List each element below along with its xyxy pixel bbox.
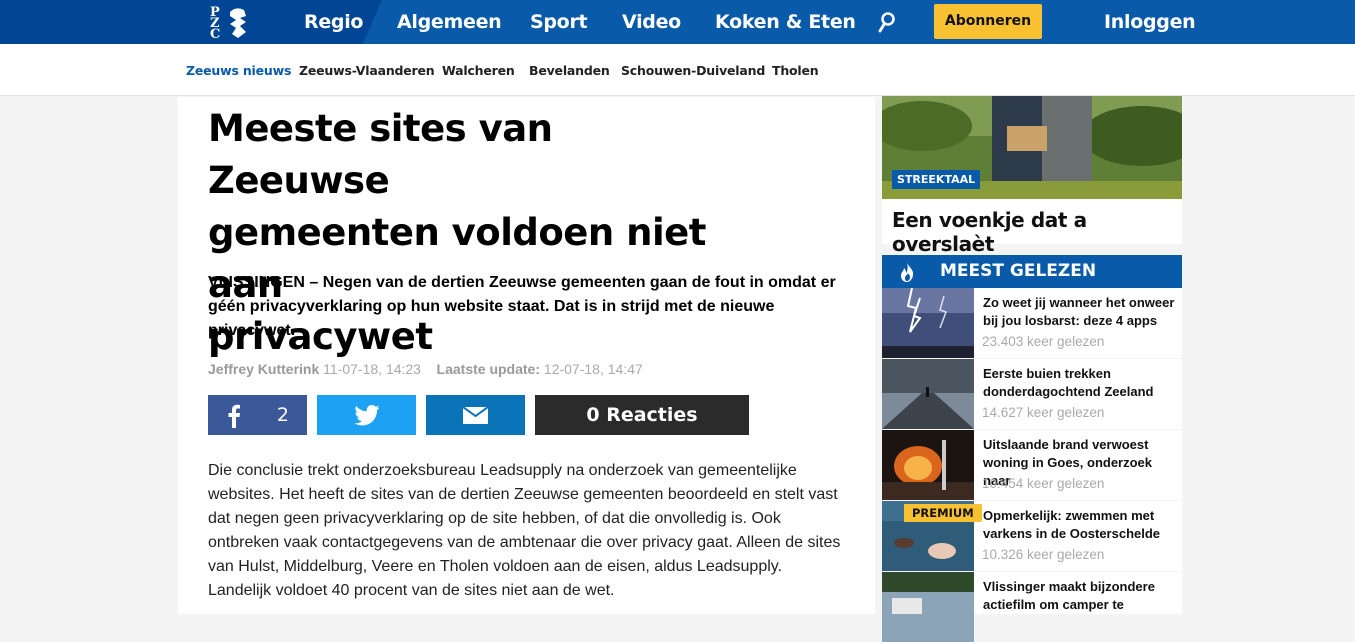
subnav-zeeuws-nieuws[interactable]: Zeeuws nieuws — [186, 63, 291, 78]
fire-thumbnail — [882, 430, 974, 500]
most-read-title: MEEST GELEZEN — [940, 261, 1097, 281]
nav-sport[interactable]: Sport — [530, 0, 588, 44]
facebook-icon — [228, 404, 240, 428]
nav-regio[interactable]: Regio — [304, 0, 363, 44]
featured-title[interactable]: Een voenkje dat a overslaèt — [892, 208, 1182, 256]
storm-road-thumbnail — [882, 359, 974, 429]
camper-thumbnail — [882, 572, 974, 642]
subnav-walcheren[interactable]: Walcheren — [442, 63, 515, 78]
subnav-zeeuws-vlaanderen[interactable]: Zeeuws-Vlaanderen — [299, 63, 435, 78]
most-read-item[interactable]: Zo weet jij wanneer het onweer bij jou l… — [882, 288, 1182, 358]
most-read-item[interactable]: Vlissinger maakt bijzondere actiefilm om… — [882, 572, 1182, 642]
featured-sidebar-card[interactable]: STREEKTAAL Een voenkje dat a overslaèt — [882, 96, 1182, 256]
most-read-title-text: Vlissinger maakt bijzondere actiefilm om… — [983, 578, 1179, 614]
body-line: websites. Het heeft de sites van de dert… — [208, 486, 838, 503]
search-icon[interactable] — [878, 12, 896, 34]
publish-date: 11-07-18, 14:23 — [323, 361, 421, 377]
most-read-title-text: Opmerkelijk: zwemmen met varkens in de O… — [983, 507, 1179, 543]
lion-crest-icon — [230, 8, 246, 38]
envelope-icon — [463, 407, 488, 424]
title-line: donderdagochtend Zeeland — [983, 384, 1154, 399]
nav-koken-eten[interactable]: Koken & Eten — [715, 0, 856, 44]
lightning-thumbnail — [882, 288, 974, 358]
subnav-bevelanden[interactable]: Bevelanden — [529, 63, 610, 78]
title-line: Opmerkelijk: zwemmen met — [983, 508, 1155, 523]
subnav-tholen[interactable]: Tholen — [772, 63, 819, 78]
nav-video[interactable]: Video — [622, 0, 681, 44]
article-byline: Jeffrey Kutterink 11-07-18, 14:23 Laatst… — [208, 361, 643, 377]
body-line: ontbreken vaak contactgegevens van de am… — [208, 534, 841, 551]
title-line: actiefilm om camper te — [983, 597, 1124, 612]
title-line: Zo weet jij wanneer het onweer — [983, 295, 1175, 310]
facebook-share-button[interactable]: 2 — [208, 395, 307, 435]
most-read-item[interactable]: Uitslaande brand verwoest woning in Goes… — [882, 430, 1182, 500]
article-body: Die conclusie trekt onderzoeksbureau Lea… — [208, 459, 848, 603]
premium-badge: PREMIUM — [904, 504, 982, 522]
update-label: Laatste update: — [436, 361, 541, 377]
flame-icon — [901, 262, 914, 282]
intro-line: VLISSINGEN – Negen van de dertien Zeeuws… — [208, 274, 836, 291]
top-navigation-bar: P Z C Regio Algemeen Sport Video Koken &… — [0, 0, 1355, 44]
read-count: 23.403 keer gelezen — [982, 334, 1105, 349]
login-link[interactable]: Inloggen — [1104, 0, 1196, 44]
update-date: 12-07-18, 14:47 — [543, 361, 643, 377]
region-subnavigation: Zeeuws nieuws Zeeuws-Vlaanderen Walchere… — [0, 44, 1355, 96]
intro-line: privacywet. — [208, 322, 296, 339]
title-line: Vlissinger maakt bijzondere — [983, 579, 1155, 594]
read-count: 10.326 keer gelezen — [982, 547, 1105, 562]
most-read-title-text: Zo weet jij wanneer het onweer bij jou l… — [983, 294, 1179, 330]
most-read-item[interactable]: Eerste buien trekken donderdagochtend Ze… — [882, 359, 1182, 429]
pzc-logo[interactable]: P Z C — [196, 2, 256, 42]
headline-line: Meeste sites van Zeeuwse — [208, 107, 553, 202]
read-count: 10.454 keer gelezen — [982, 476, 1105, 491]
nav-algemeen[interactable]: Algemeen — [397, 0, 502, 44]
logo-letter-c: C — [210, 27, 221, 42]
body-line: dat negen geen privacyverklaring op de s… — [208, 510, 781, 527]
twitter-share-button[interactable] — [317, 395, 416, 435]
most-read-header: MEEST GELEZEN — [882, 255, 1182, 288]
most-read-title-text: Eerste buien trekken donderdagochtend Ze… — [983, 365, 1179, 401]
most-read-item[interactable]: PREMIUM Opmerkelijk: zwemmen met varkens… — [882, 501, 1182, 571]
facebook-share-count: 2 — [276, 404, 289, 426]
category-tag: STREEKTAAL — [892, 170, 981, 189]
read-count: 14.627 keer gelezen — [982, 405, 1105, 420]
email-share-button[interactable] — [426, 395, 525, 435]
subnav-schouwen-duiveland[interactable]: Schouwen-Duiveland — [621, 63, 765, 78]
title-line: bij jou losbarst: deze 4 apps — [983, 313, 1158, 328]
body-line: Landelijk voldoet 40 procent van de site… — [208, 582, 615, 599]
title-line: Eerste buien trekken — [983, 366, 1111, 381]
title-line: varkens in de Oosterschelde — [983, 526, 1161, 541]
body-line: Die conclusie trekt onderzoeksbureau Lea… — [208, 462, 797, 479]
twitter-icon — [354, 405, 380, 426]
title-line: Uitslaande brand verwoest — [983, 437, 1149, 452]
article: Meeste sites van Zeeuwse gemeenten voldo… — [178, 97, 875, 614]
body-line: van Hulst, Middelburg, Veere en Tholen v… — [208, 558, 783, 575]
author-name[interactable]: Jeffrey Kutterink — [208, 361, 319, 377]
reactions-button[interactable]: 0 Reacties — [535, 395, 749, 435]
intro-line: géén privacyverklaring op hun website st… — [208, 298, 775, 315]
subscribe-button[interactable]: Abonneren — [934, 4, 1042, 39]
article-intro: VLISSINGEN – Negen van de dertien Zeeuws… — [208, 271, 848, 343]
featured-image[interactable]: STREEKTAAL — [882, 96, 1182, 199]
